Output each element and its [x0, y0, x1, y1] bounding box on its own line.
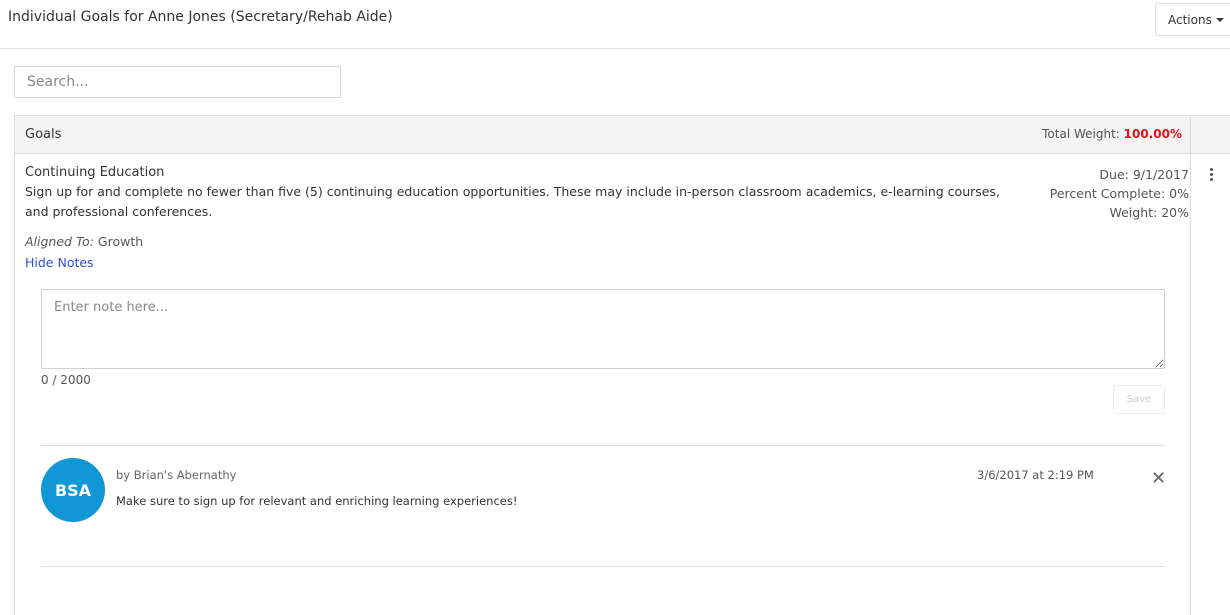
total-weight-value: 100.00%: [1123, 127, 1182, 141]
kebab-menu-icon[interactable]: [1210, 168, 1214, 184]
close-icon[interactable]: ✕: [1151, 470, 1166, 488]
note-char-counter: 0 / 2000: [41, 373, 91, 387]
save-note-button[interactable]: Save: [1113, 385, 1165, 414]
goals-panel-header: Goals Total Weight: 100.00%: [15, 115, 1230, 154]
aligned-to: Aligned To: Growth: [25, 234, 143, 249]
avatar: BSA: [41, 458, 105, 522]
note-timestamp: 3/6/2017 at 2:19 PM: [977, 468, 1094, 482]
actions-label: Actions: [1168, 12, 1212, 27]
actions-dropdown-button[interactable]: Actions: [1155, 3, 1230, 36]
aligned-to-label: Aligned To:: [25, 234, 94, 249]
divider: [41, 445, 1165, 446]
search-input[interactable]: [14, 66, 341, 98]
aligned-to-value: Growth: [97, 234, 144, 249]
page-title: Individual Goals for Anne Jones (Secreta…: [8, 9, 393, 25]
goals-heading: Goals: [25, 127, 62, 142]
goals-panel: Goals Total Weight: 100.00% Continuing E…: [14, 115, 1230, 615]
hide-notes-link[interactable]: Hide Notes: [25, 255, 94, 270]
column-divider: [1190, 115, 1191, 615]
total-weight: Total Weight: 100.00%: [1042, 127, 1182, 141]
note-author: by Brian's Abernathy: [116, 468, 237, 482]
total-weight-label: Total Weight:: [1042, 127, 1120, 141]
goal-description: Sign up for and complete no fewer than f…: [25, 184, 1000, 219]
goal-due: Due: 9/1/2017: [1099, 167, 1189, 182]
divider: [41, 566, 1165, 567]
goal-name: Continuing Education: [25, 165, 165, 180]
goal-meta: Due: 9/1/2017 Percent Complete: 0% Weigh…: [1050, 165, 1189, 222]
page-header: Individual Goals for Anne Jones (Secreta…: [0, 0, 1230, 49]
caret-down-icon: [1215, 17, 1224, 22]
goal-percent-complete: Percent Complete: 0%: [1049, 186, 1189, 201]
goal-weight: Weight: 20%: [1109, 205, 1189, 220]
note-textarea[interactable]: [41, 289, 1165, 369]
note-text: Make sure to sign up for relevant and en…: [116, 494, 518, 508]
